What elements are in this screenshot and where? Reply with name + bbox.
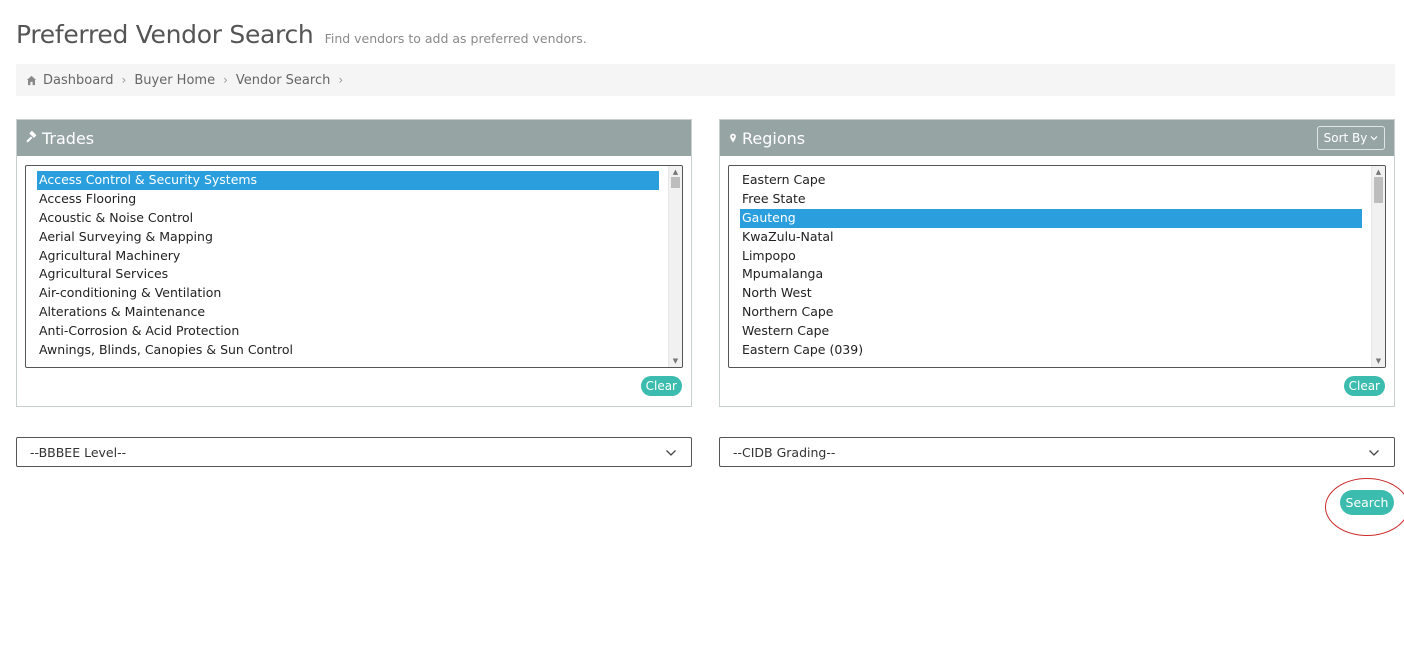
breadcrumb-item-buyer-home[interactable]: Buyer Home	[134, 73, 215, 88]
scroll-down-icon[interactable]: ▼	[1372, 356, 1385, 366]
scroll-thumb[interactable]	[1374, 177, 1383, 203]
scroll-thumb[interactable]	[671, 177, 680, 188]
bbbee-level-value: --BBBEE Level--	[30, 444, 127, 460]
trades-clear-button[interactable]: Clear	[640, 376, 682, 396]
list-option[interactable]: Awnings, Blinds, Canopies & Sun Control	[37, 341, 659, 360]
list-option[interactable]: Access Control & Security Systems	[37, 171, 659, 190]
trades-title: Trades	[42, 128, 95, 148]
list-option[interactable]: Gauteng	[740, 208, 1362, 228]
chevron-right-icon: ›	[338, 73, 344, 87]
regions-title: Regions	[742, 128, 806, 148]
breadcrumb-item-dashboard[interactable]: Dashboard	[26, 73, 114, 88]
chevron-down-icon	[1370, 136, 1378, 141]
home-icon	[26, 75, 37, 85]
scroll-down-icon[interactable]: ▼	[669, 356, 682, 366]
list-option[interactable]: Limpopo	[740, 247, 1362, 266]
regions-panel-header: Regions Sort By	[720, 120, 1394, 156]
list-option[interactable]: Agricultural Services	[37, 265, 659, 284]
chevron-down-icon	[666, 450, 676, 456]
regions-scrollbar[interactable]: ▲ ▼	[1371, 166, 1385, 367]
sort-by-button[interactable]: Sort By	[1317, 126, 1385, 150]
cidb-grading-select[interactable]: --CIDB Grading--	[719, 437, 1395, 467]
page-subtitle: Find vendors to add as preferred vendors…	[324, 31, 587, 46]
list-option[interactable]: Free State	[740, 190, 1362, 209]
regions-panel: Regions Sort By Eastern Cape Free State Ga…	[719, 119, 1395, 407]
regions-listbox[interactable]: Eastern Cape Free State Gauteng KwaZulu-Nat…	[728, 165, 1386, 368]
list-option[interactable]: Eastern Cape	[740, 171, 1362, 190]
chevron-right-icon: ›	[121, 73, 127, 87]
chevron-right-icon: ›	[223, 73, 228, 87]
list-option[interactable]: Mpumalanga	[740, 265, 1362, 284]
list-option[interactable]: Access Flooring	[37, 190, 659, 209]
breadcrumb: Dashboard › Buyer Home › Vendor Search ›	[16, 64, 1395, 96]
gavel-icon	[26, 131, 37, 143]
scroll-up-icon[interactable]: ▲	[1372, 167, 1385, 177]
scroll-up-icon[interactable]: ▲	[669, 167, 682, 177]
list-option[interactable]: Anti-Corrosion & Acid Protection	[37, 322, 659, 341]
cidb-grading-value: --CIDB Grading--	[733, 444, 836, 460]
trades-panel-header: Trades	[17, 120, 691, 156]
trades-panel: Trades Access Control & Security Systems…	[16, 119, 692, 407]
list-option[interactable]: Alterations & Maintenance	[37, 303, 659, 322]
regions-list: Eastern Cape Free State Gauteng KwaZulu-Nat…	[729, 166, 1385, 360]
list-option[interactable]: Air-conditioning & Ventilation	[37, 284, 659, 303]
list-option[interactable]: Acoustic & Noise Control	[37, 209, 659, 228]
list-option[interactable]: Western Cape	[740, 322, 1362, 341]
breadcrumb-label: Dashboard	[43, 72, 114, 88]
regions-clear-button[interactable]: Clear	[1343, 376, 1385, 396]
breadcrumb-item-vendor-search[interactable]: Vendor Search	[236, 73, 330, 88]
sort-by-label: Sort By	[1323, 131, 1368, 145]
list-option[interactable]: Eastern Cape (039)	[740, 341, 1362, 360]
list-option[interactable]: Agricultural Machinery	[37, 247, 659, 266]
search-button[interactable]: Search	[1340, 490, 1394, 515]
list-option[interactable]: KwaZulu-Natal	[740, 228, 1362, 247]
trades-listbox[interactable]: Access Control & Security Systems Access …	[25, 165, 683, 368]
map-marker-icon	[730, 133, 736, 143]
bbbee-level-select[interactable]: --BBBEE Level--	[16, 437, 692, 467]
list-option[interactable]: Northern Cape	[740, 303, 1362, 322]
list-option[interactable]: North West	[740, 284, 1362, 303]
trades-list: Access Control & Security Systems Access …	[26, 166, 682, 360]
trades-scrollbar[interactable]: ▲ ▼	[668, 166, 682, 367]
list-option[interactable]: Aerial Surveying & Mapping	[37, 228, 659, 247]
chevron-down-icon	[1369, 450, 1379, 456]
page-header: Preferred Vendor Search Find vendors to …	[16, 20, 587, 49]
page-title: Preferred Vendor Search	[16, 20, 314, 49]
